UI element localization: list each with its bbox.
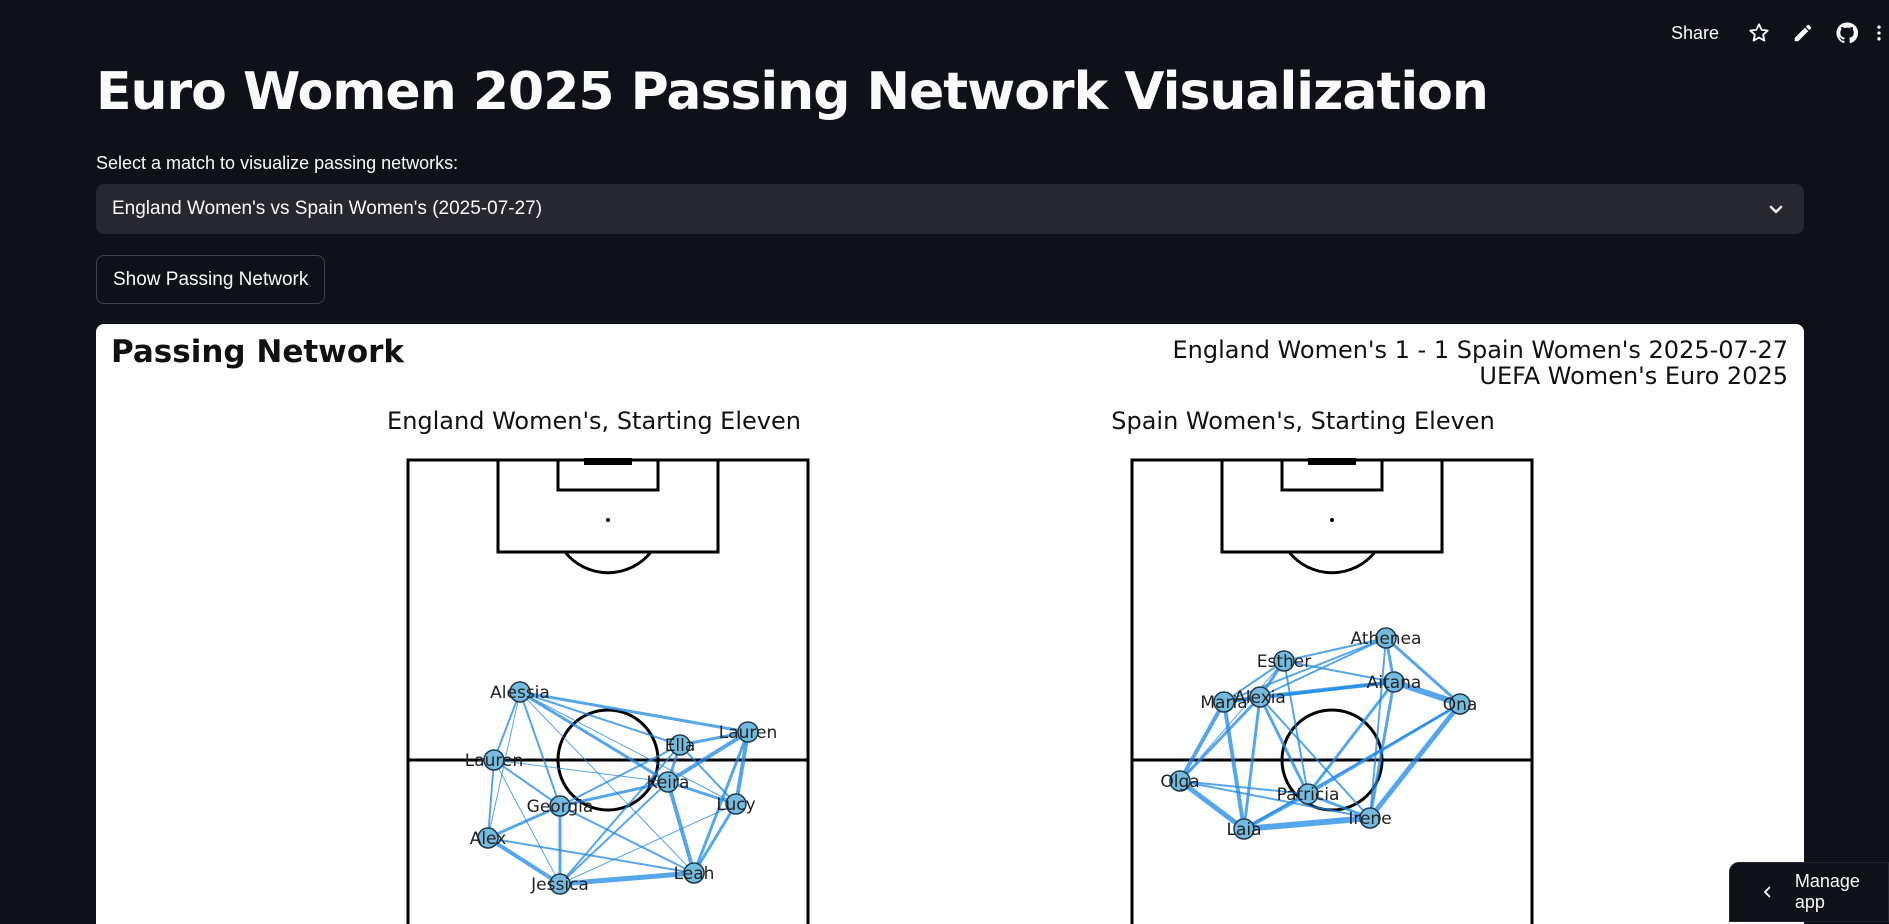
pencil-icon[interactable] xyxy=(1781,18,1825,48)
figure-title: Passing Network xyxy=(111,334,405,370)
player-label: Ona xyxy=(1443,695,1478,715)
player-label: Irene xyxy=(1348,809,1391,829)
player-label: Alex xyxy=(470,829,507,849)
page-title: Euro Women 2025 Passing Network Visualiz… xyxy=(96,62,1489,122)
penalty-box xyxy=(496,458,720,554)
player-label: Esther xyxy=(1257,652,1312,672)
player-label: Keira xyxy=(647,773,690,793)
player-label: Lauren xyxy=(719,723,778,743)
match-select[interactable]: England Women's vs Spain Women's (2025-0… xyxy=(96,184,1804,234)
player-label: Patricia xyxy=(1277,785,1340,805)
figure-match-line: England Women's 1 - 1 Spain Women's 2025… xyxy=(1173,336,1789,364)
pass-edge xyxy=(1222,700,1246,831)
penalty-box xyxy=(1220,458,1444,554)
penalty-spot xyxy=(606,518,610,522)
manage-app-button[interactable]: Manage app xyxy=(1729,862,1889,922)
penalty-arc xyxy=(563,551,653,575)
goal xyxy=(584,458,632,465)
penalty-spot xyxy=(1330,518,1334,522)
pass-edge xyxy=(1369,637,1387,819)
figure-competition: UEFA Women's Euro 2025 xyxy=(1479,362,1788,390)
header-actions: Share xyxy=(1659,18,1889,48)
penalty-arc xyxy=(1287,551,1377,575)
player-label: Laia xyxy=(1226,820,1261,840)
star-icon[interactable] xyxy=(1737,18,1781,48)
pitch-outline xyxy=(406,458,810,924)
player-label: Lauren xyxy=(465,751,524,771)
player-label: Alessia xyxy=(490,683,550,703)
player-label: Olga xyxy=(1160,772,1199,792)
pitch-0 xyxy=(406,458,810,924)
passing-network-chart: Passing Network England Women's 1 - 1 Sp… xyxy=(111,334,1789,924)
manage-app-label: Manage app xyxy=(1794,871,1860,912)
player-label: Jessica xyxy=(530,875,589,895)
show-passing-network-button[interactable]: Show Passing Network xyxy=(96,255,326,304)
github-icon[interactable] xyxy=(1825,18,1869,48)
pitch-1 xyxy=(1130,458,1534,924)
player-label: Georgia xyxy=(527,797,594,817)
player-label: Alexia xyxy=(1234,688,1286,708)
pass-edge xyxy=(1258,695,1310,796)
share-button[interactable]: Share xyxy=(1659,19,1731,48)
chevron-left-icon xyxy=(1764,886,1771,898)
player-label: Lucy xyxy=(716,795,755,815)
passing-network-figure: Passing Network England Women's 1 - 1 Sp… xyxy=(96,324,1804,924)
england-subtitle: England Women's, Starting Eleven xyxy=(387,407,801,435)
match-select-label: Select a match to visualize passing netw… xyxy=(96,153,459,173)
top-header: Share xyxy=(0,0,1889,66)
player-label: Leah xyxy=(674,864,715,884)
goal xyxy=(1308,458,1356,465)
pitch-outline xyxy=(1130,458,1534,924)
chevron-down-icon xyxy=(1769,205,1783,214)
player-label: Athenea xyxy=(1351,629,1422,649)
match-select-value: England Women's vs Spain Women's (2025-0… xyxy=(112,198,543,219)
player-label: Ella xyxy=(665,736,696,756)
pass-edge xyxy=(1242,695,1262,831)
more-vertical-icon[interactable] xyxy=(1869,18,1889,48)
player-label: Aitana xyxy=(1367,673,1422,693)
spain-subtitle: Spain Women's, Starting Eleven xyxy=(1111,407,1495,435)
